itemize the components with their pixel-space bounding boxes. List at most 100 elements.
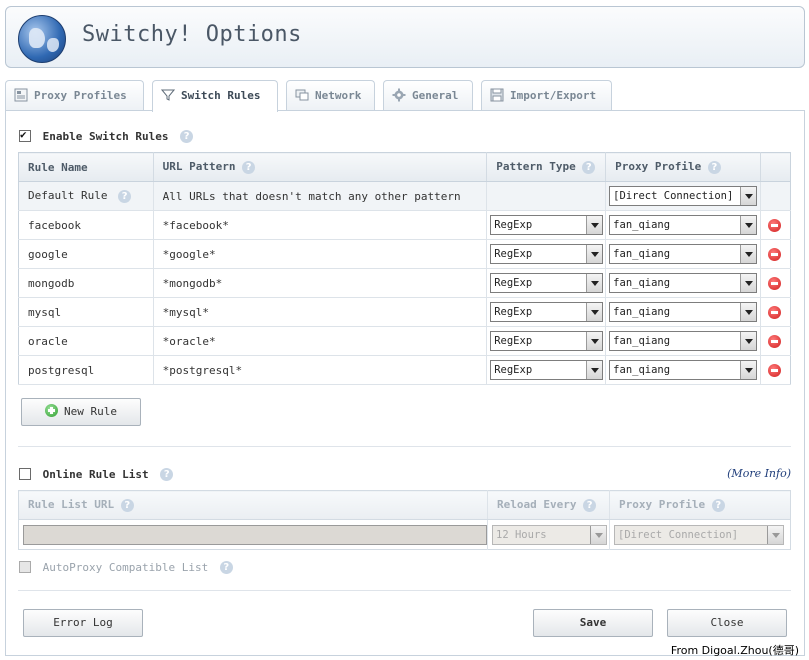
delete-rule-icon[interactable] [768, 305, 782, 319]
tab-label: General [412, 89, 459, 102]
help-icon[interactable]: ? [180, 129, 194, 143]
tab-import-export[interactable]: Import/Export [481, 80, 612, 111]
url-pattern-cell: All URLs that doesn't match any other pa… [153, 181, 488, 211]
help-icon[interactable]: ? [242, 160, 256, 174]
help-icon[interactable]: ? [160, 467, 174, 481]
more-info-link[interactable]: (More Info) [727, 467, 791, 480]
chevron-down-icon [767, 525, 783, 544]
online-rule-list-checkbox[interactable] [19, 468, 31, 480]
delete-rule-icon[interactable] [768, 247, 782, 261]
divider [18, 446, 791, 447]
tab-label: Switch Rules [181, 89, 261, 102]
autoproxy-label: AutoProxy Compatible List [42, 560, 209, 574]
chevron-down-icon [740, 332, 757, 350]
chevron-down-icon [590, 525, 607, 544]
online-rule-list-label: Online Rule List [42, 467, 149, 481]
tab-label: Proxy Profiles [34, 89, 127, 102]
filter-icon [161, 89, 175, 101]
rule-name-cell: mysql [18, 297, 154, 327]
chevron-down-icon [740, 245, 757, 263]
online-rule-list-row: Online Rule List ? [19, 467, 174, 481]
chevron-down-icon [586, 332, 603, 350]
proxy-profile-select[interactable]: fan_qiang [609, 302, 758, 322]
column-header-url-pattern: URL Pattern ? [153, 152, 488, 182]
proxy-profile-select[interactable]: fan_qiang [609, 360, 758, 380]
table-row: mongodb *mongodb* RegExp fan_qiang [18, 268, 791, 298]
delete-rule-icon[interactable] [768, 276, 782, 290]
rule-list-url-input[interactable] [23, 524, 488, 545]
proxy-profile-cell: [Direct Connection] [605, 181, 762, 211]
reload-every-select[interactable]: 12 Hours [492, 524, 608, 545]
enable-switch-rules-checkbox[interactable] [19, 128, 31, 142]
column-header-proxy-profile: Proxy Profile ? [609, 490, 791, 520]
globe-icon [18, 15, 66, 63]
tab-general[interactable]: General [383, 80, 473, 111]
pattern-type-select[interactable]: RegExp [490, 360, 604, 380]
rule-name-cell: mongodb [18, 268, 154, 298]
pattern-type-cell [486, 181, 607, 211]
url-pattern-cell: *mongodb* [153, 268, 488, 298]
column-header-rule-name: Rule Name [18, 152, 154, 182]
floppy-icon [490, 88, 504, 102]
pattern-type-select[interactable]: RegExp [490, 215, 604, 235]
rule-name-cell: Default Rule ? [18, 181, 154, 211]
proxy-profile-select[interactable]: fan_qiang [609, 244, 758, 264]
column-header-reload-every: Reload Every ? [487, 490, 610, 520]
help-icon[interactable]: ? [582, 160, 596, 174]
help-icon[interactable]: ? [219, 560, 233, 574]
table-header-row: Rule Name URL Pattern ? Pattern Type ? P… [18, 152, 791, 182]
pattern-type-select[interactable]: RegExp [490, 302, 604, 322]
online-rule-list-table: Rule List URL ? Reload Every ? Proxy Pro… [18, 490, 791, 550]
table-row: oracle *oracle* RegExp fan_qiang [18, 326, 791, 356]
pattern-type-select[interactable]: RegExp [490, 273, 604, 293]
chevron-down-icon [740, 216, 757, 234]
proxy-profile-select[interactable]: fan_qiang [609, 273, 758, 293]
gear-icon [392, 88, 406, 102]
proxy-profile-select[interactable]: fan_qiang [609, 331, 758, 351]
switch-rules-table: Rule Name URL Pattern ? Pattern Type ? P… [18, 152, 791, 385]
delete-rule-icon[interactable] [768, 334, 782, 348]
add-icon [45, 404, 58, 417]
online-proxy-profile-select[interactable]: [Direct Connection] [614, 524, 784, 545]
help-icon[interactable]: ? [711, 498, 725, 512]
tab-proxy-profiles[interactable]: Proxy Profiles [5, 80, 144, 111]
help-icon[interactable]: ? [707, 160, 721, 174]
tab-label: Import/Export [510, 89, 597, 102]
chevron-down-icon [740, 361, 757, 379]
help-icon[interactable]: ? [120, 498, 134, 512]
help-icon[interactable]: ? [118, 189, 132, 203]
chevron-down-icon [586, 303, 603, 321]
new-rule-button[interactable]: New Rule [21, 398, 141, 426]
divider [18, 590, 791, 591]
autoproxy-row: AutoProxy Compatible List ? [19, 560, 233, 574]
help-icon[interactable]: ? [583, 498, 597, 512]
autoproxy-checkbox[interactable] [19, 561, 31, 573]
chevron-down-icon [586, 216, 603, 234]
proxy-profiles-icon [14, 88, 28, 102]
delete-rule-icon[interactable] [768, 363, 782, 377]
tab-network[interactable]: Network [286, 80, 375, 111]
table-row: google *google* RegExp fan_qiang [18, 239, 791, 269]
proxy-profile-select[interactable]: fan_qiang [609, 215, 758, 235]
default-proxy-profile-select[interactable]: [Direct Connection] [609, 186, 758, 206]
column-header-proxy-profile: Proxy Profile ? [605, 152, 762, 182]
pattern-type-select[interactable]: RegExp [490, 244, 604, 264]
column-header-pattern-type: Pattern Type ? [486, 152, 607, 182]
tab-label: Network [315, 89, 362, 102]
pattern-type-select[interactable]: RegExp [490, 331, 604, 351]
close-button[interactable]: Close [667, 609, 787, 637]
save-button[interactable]: Save [533, 609, 653, 637]
enable-switch-rules-label: Enable Switch Rules [42, 129, 169, 143]
chevron-down-icon [586, 274, 603, 292]
rule-name-cell: oracle [18, 326, 154, 356]
url-pattern-cell: *postgresql* [153, 355, 488, 385]
page-title: Switchy! Options [82, 22, 302, 47]
chevron-down-icon [586, 361, 603, 379]
enable-switch-rules-row: Enable Switch Rules ? [19, 128, 194, 143]
table-row: postgresql *postgresql* RegExp fan_qiang [18, 355, 791, 385]
error-log-button[interactable]: Error Log [23, 609, 143, 637]
url-pattern-cell: *google* [153, 239, 488, 269]
delete-rule-icon[interactable] [768, 218, 782, 232]
tab-switch-rules[interactable]: Switch Rules [152, 80, 278, 112]
column-header-rule-list-url: Rule List URL ? [18, 490, 489, 520]
